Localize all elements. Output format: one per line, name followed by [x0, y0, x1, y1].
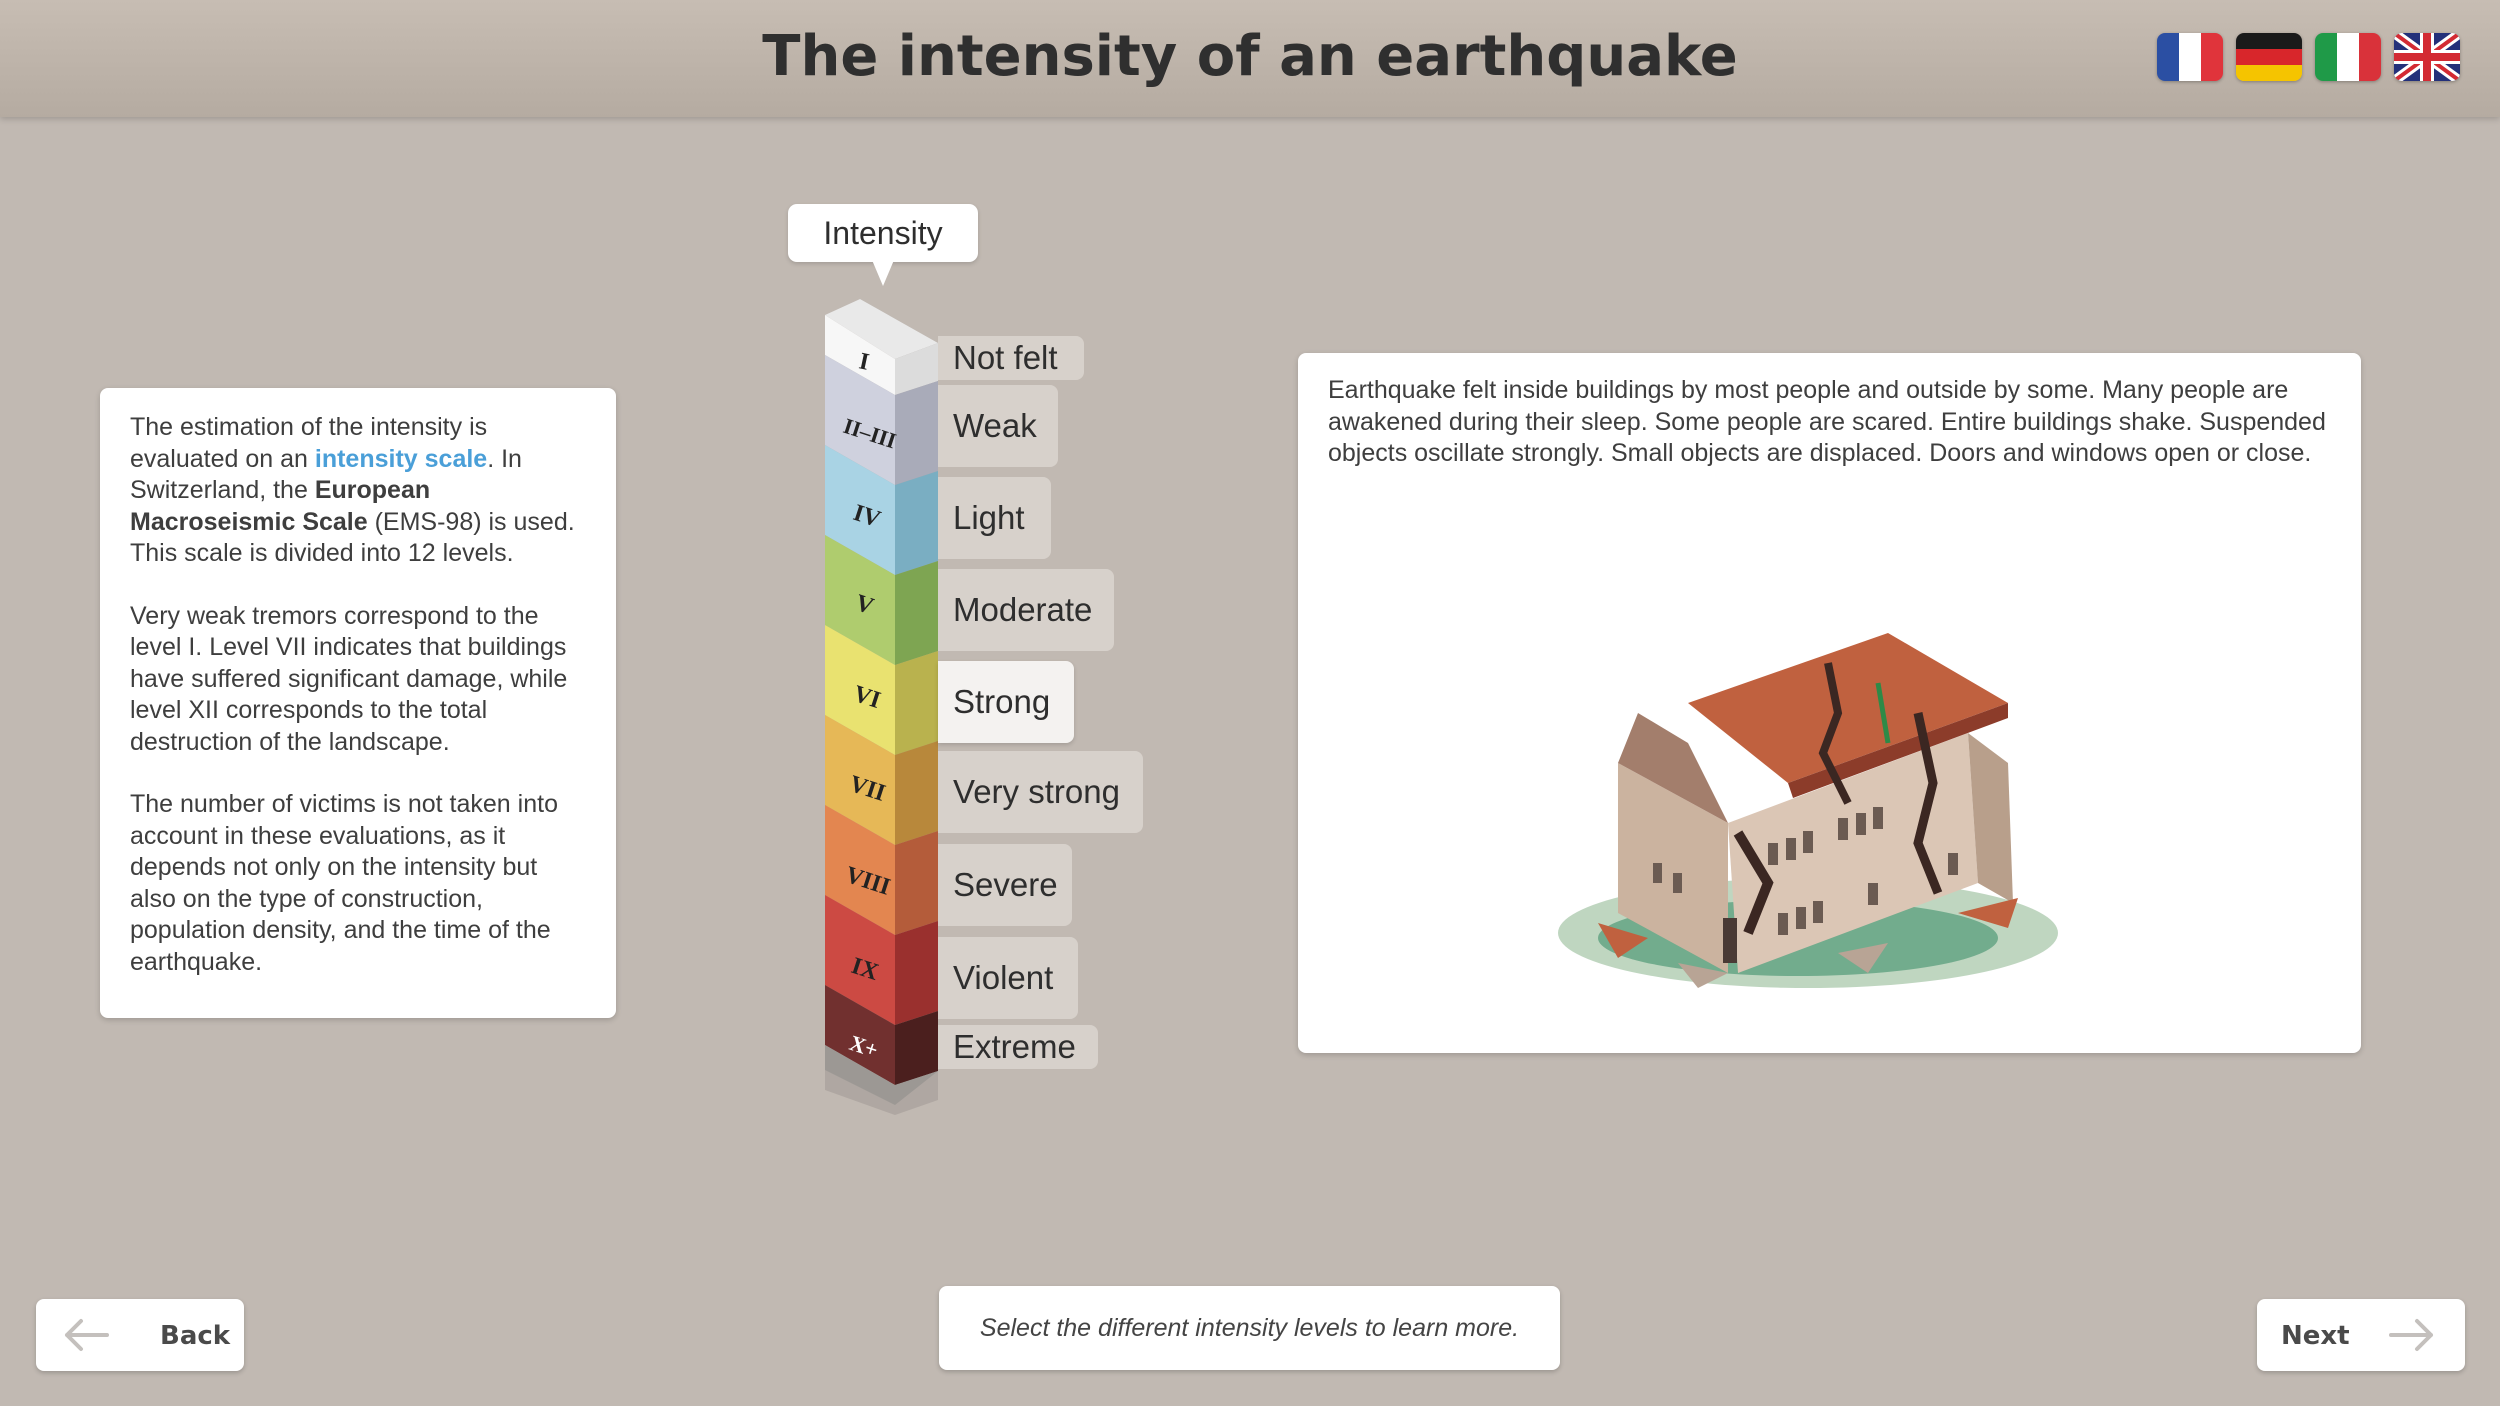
level-button-light[interactable]: Light: [938, 477, 1051, 559]
level-button-not-felt[interactable]: Not felt: [938, 336, 1084, 380]
flag-french-icon[interactable]: [2157, 33, 2223, 81]
back-button[interactable]: Back: [36, 1299, 244, 1371]
flag-english-icon[interactable]: [2394, 33, 2460, 81]
info-panel: The estimation of the intensity is evalu…: [100, 388, 616, 1018]
intensity-column-graphic: I II–III IV V VI VII VIII IX X+: [825, 299, 938, 1115]
language-selector: [2157, 33, 2460, 81]
intensity-label: Intensity: [788, 204, 978, 262]
level-button-very-strong[interactable]: Very strong: [938, 751, 1143, 833]
level-description: Earthquake felt inside buildings by most…: [1328, 376, 2326, 467]
info-paragraph-3: The number of victims is not taken into …: [130, 790, 558, 976]
flag-german-icon[interactable]: [2236, 33, 2302, 81]
intensity-label-pointer: [872, 260, 894, 286]
level-button-weak[interactable]: Weak: [938, 385, 1058, 467]
flag-italian-icon[interactable]: [2315, 33, 2381, 81]
info-paragraph-2: Very weak tremors correspond to the leve…: [130, 601, 568, 756]
header-bar: The intensity of an earthquake: [0, 0, 2500, 117]
back-label: Back: [160, 1321, 231, 1351]
level-button-moderate[interactable]: Moderate: [938, 569, 1114, 651]
info-paragraph-1: The estimation of the intensity is evalu…: [130, 413, 575, 567]
intensity-scale-link[interactable]: intensity scale: [315, 445, 487, 473]
level-button-extreme[interactable]: Extreme: [938, 1025, 1098, 1069]
arrow-left-icon: [65, 1319, 109, 1351]
next-label: Next: [2281, 1321, 2350, 1351]
level-button-severe[interactable]: Severe: [938, 844, 1072, 926]
arrow-right-icon: [2389, 1319, 2433, 1351]
level-button-strong[interactable]: Strong: [938, 661, 1074, 743]
next-button[interactable]: Next: [2257, 1299, 2465, 1371]
level-detail-panel: Earthquake felt inside buildings by most…: [1298, 353, 2361, 1053]
page-title: The intensity of an earthquake: [762, 24, 1738, 89]
damaged-building-illustration: [1558, 633, 2058, 988]
level-button-violent[interactable]: Violent: [938, 937, 1078, 1019]
instruction-prompt: Select the different intensity levels to…: [939, 1286, 1560, 1370]
